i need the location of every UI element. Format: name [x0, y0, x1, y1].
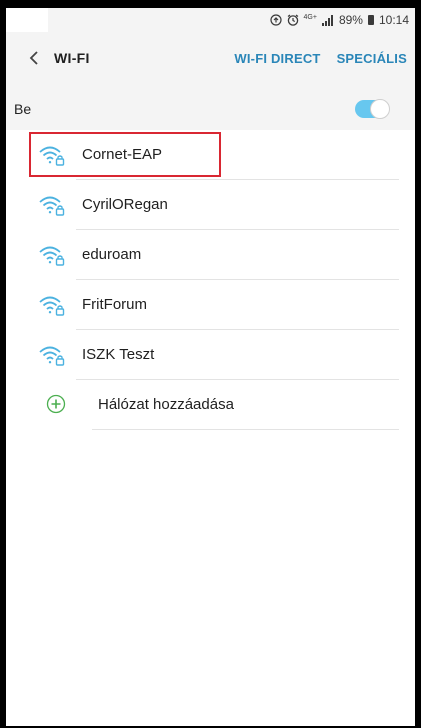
page-title: WI-FI — [54, 50, 90, 66]
signal-icon — [321, 14, 334, 26]
network-type-label: 4G+ — [303, 14, 317, 21]
device-frame: 4G+ 89% 10:14 WI-FI WI-FI DIRECT SPECIÁL… — [0, 0, 421, 728]
wifi-toggle-label: Be — [14, 101, 32, 117]
wifi-locked-icon — [39, 296, 65, 316]
clock: 10:14 — [378, 13, 409, 27]
battery-icon — [367, 15, 374, 25]
wifi-locked-icon — [39, 146, 65, 166]
sync-icon — [269, 14, 282, 26]
back-button[interactable] — [14, 32, 54, 84]
divider — [92, 429, 399, 430]
wifi-locked-icon — [39, 346, 65, 366]
network-name: Cornet-EAP — [82, 146, 163, 163]
network-list: Cornet-EAP CyrilORegan eduroam FritForum… — [6, 130, 415, 726]
alarm-icon — [287, 14, 299, 26]
add-network-label: Hálózat hozzáadása — [98, 396, 234, 413]
network-name: eduroam — [82, 246, 142, 263]
plus-circle-icon — [46, 394, 66, 414]
wifi-direct-button[interactable]: WI-FI DIRECT — [226, 51, 328, 66]
toggle-knob — [370, 99, 390, 119]
network-item-eduroam[interactable]: eduroam — [6, 230, 415, 280]
wifi-locked-icon — [39, 196, 65, 216]
wifi-locked-icon — [39, 246, 65, 266]
network-item-cyrilOregan[interactable]: CyrilORegan — [6, 180, 415, 230]
battery-percent: 89% — [338, 13, 363, 27]
wifi-toggle-row[interactable]: Be — [6, 90, 415, 128]
network-name: ISZK Teszt — [82, 346, 155, 363]
network-item-cornet-eap[interactable]: Cornet-EAP — [6, 130, 415, 180]
app-bar: WI-FI WI-FI DIRECT SPECIÁLIS — [6, 32, 415, 84]
wifi-toggle-switch[interactable] — [355, 99, 390, 119]
network-item-iszk-teszt[interactable]: ISZK Teszt — [6, 330, 415, 380]
network-item-fritforum[interactable]: FritForum — [6, 280, 415, 330]
screen: 4G+ 89% 10:14 WI-FI WI-FI DIRECT SPECIÁL… — [6, 8, 415, 726]
add-network-button[interactable]: Hálózat hozzáadása — [6, 380, 415, 430]
chevron-left-icon — [29, 51, 38, 65]
advanced-button[interactable]: SPECIÁLIS — [329, 51, 415, 66]
network-name: CyrilORegan — [82, 196, 168, 213]
network-name: FritForum — [82, 296, 147, 313]
status-bar: 4G+ 89% 10:14 — [6, 8, 415, 32]
